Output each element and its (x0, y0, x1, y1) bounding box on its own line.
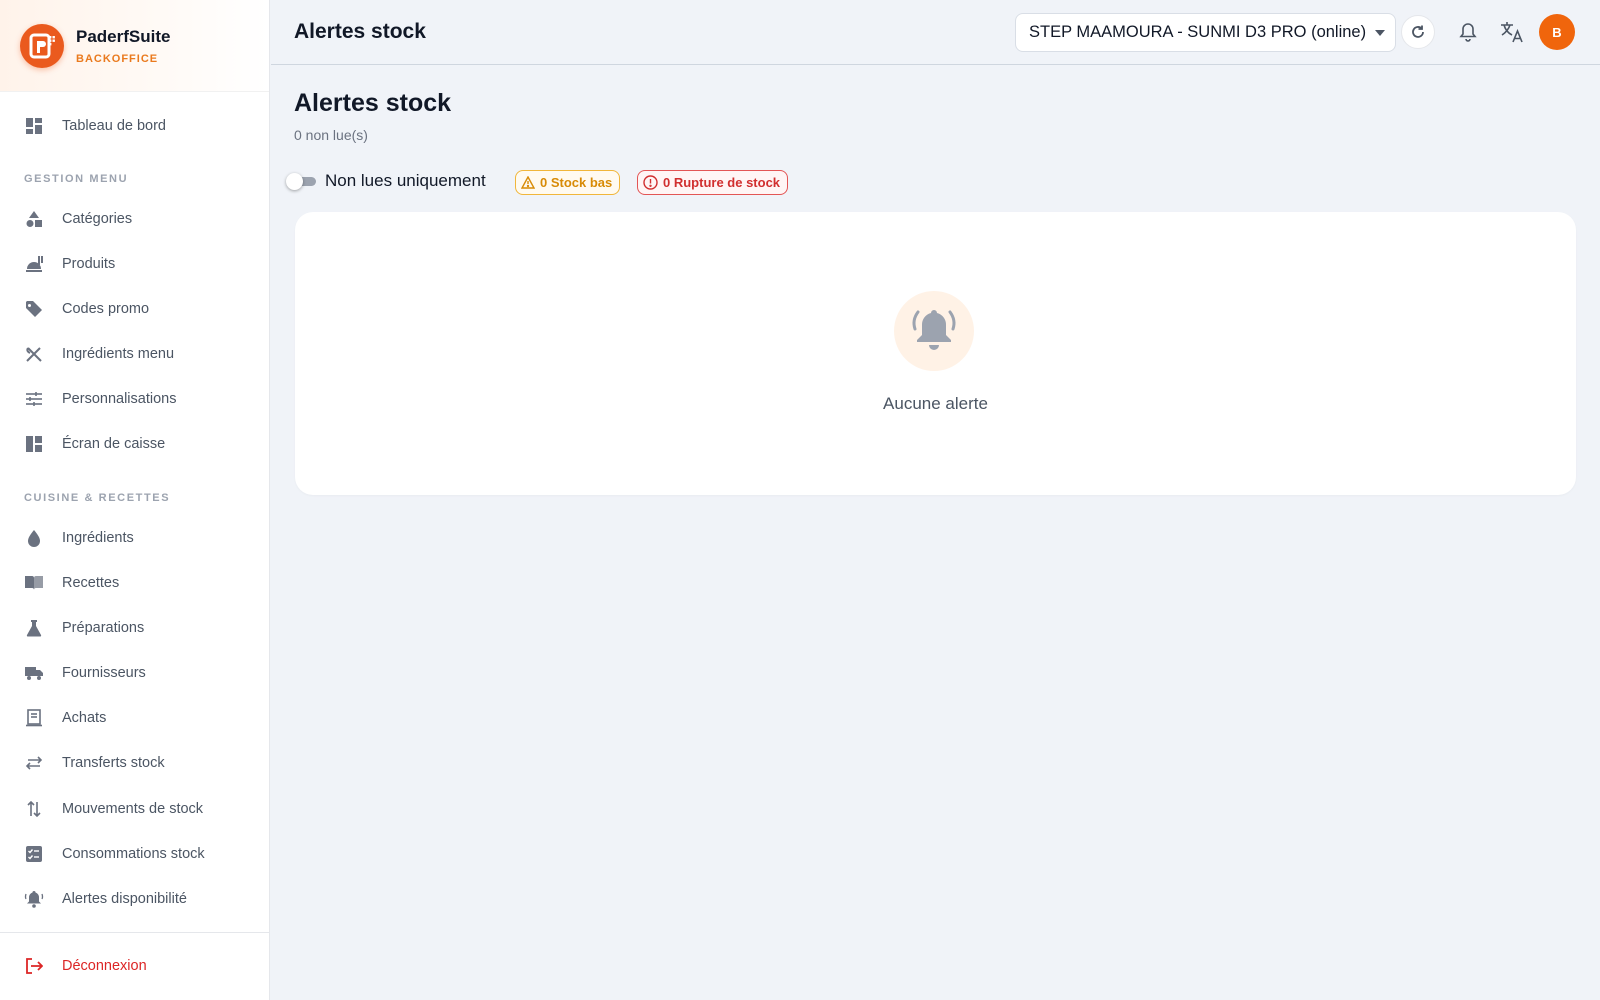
sidebar-item-label: Recettes (62, 575, 120, 591)
tag-icon (24, 299, 44, 319)
sidebar-item-label: Fournisseurs (62, 665, 146, 681)
utensils-icon (24, 344, 44, 364)
checklist-icon (24, 844, 44, 864)
sidebar-item-label: Mouvements de stock (62, 801, 204, 817)
sidebar-item-label: Alertes disponibilité (62, 891, 187, 907)
low-stock-chip[interactable]: 0 Stock bas (515, 170, 621, 195)
sidebar-item-products[interactable]: Produits (0, 244, 270, 284)
sidebar-item-label: Codes promo (62, 301, 150, 317)
notifications-button[interactable] (1451, 15, 1485, 49)
truck-icon (24, 663, 44, 683)
unread-only-toggle[interactable] (286, 173, 316, 190)
low-stock-label: 0 Stock bas (540, 175, 613, 190)
store-select-value: STEP MAAMOURA - SUNMI D3 PRO (online) (1029, 23, 1367, 41)
logout-button[interactable]: Déconnexion (0, 946, 270, 986)
page-title: Alertes stock (294, 89, 452, 117)
brand-header: PaderfSuite BACKOFFICE (0, 0, 269, 92)
logout-icon (24, 956, 44, 976)
out-of-stock-label: 0 Rupture de stock (663, 175, 781, 190)
section-title-kitchen: CUISINE & RECETTES (24, 492, 171, 504)
empty-state-illustration (894, 291, 974, 371)
sidebar-divider (0, 932, 270, 933)
language-button[interactable] (1495, 15, 1529, 49)
unread-only-label: Non lues uniquement (325, 171, 486, 190)
transfer-icon (24, 753, 44, 773)
sidebar-item-label: Consommations stock (62, 846, 205, 862)
sidebar: PaderfSuite BACKOFFICE Tableau de bord G… (0, 0, 270, 1000)
sidebar-item-ingredients[interactable]: Ingrédients (0, 518, 270, 558)
brand-logo (20, 23, 64, 68)
sidebar-item-recipes[interactable]: Recettes (0, 563, 270, 603)
warning-icon (521, 176, 535, 189)
sidebar-item-availability-alerts[interactable]: Alertes disponibilité (0, 879, 270, 919)
unread-only-filter: Non lues uniquement (286, 171, 486, 191)
sidebar-item-preparations[interactable]: Préparations (0, 608, 270, 648)
categories-icon (24, 209, 44, 229)
topbar-title: Alertes stock (294, 20, 426, 43)
brand-subtitle: BACKOFFICE (76, 52, 159, 65)
sidebar-item-customizations[interactable]: Personnalisations (0, 379, 270, 419)
sidebar-item-stock-transfers[interactable]: Transferts stock (0, 743, 270, 783)
sidebar-item-label: Ingrédients (62, 530, 134, 546)
refresh-icon (1412, 25, 1424, 38)
sidebar-item-promo-codes[interactable]: Codes promo (0, 289, 270, 329)
dashboard-icon (24, 116, 44, 136)
products-icon (24, 254, 44, 274)
sidebar-item-label: Tableau de bord (62, 118, 166, 134)
sidebar-item-stock-consumption[interactable]: Consommations stock (0, 834, 270, 874)
bell-ring-icon (912, 310, 956, 350)
section-title-menu: GESTION MENU (24, 173, 129, 185)
brand-name: PaderfSuite (76, 26, 171, 46)
sidebar-item-purchases[interactable]: Achats (0, 698, 270, 738)
bell-ring-icon (24, 889, 44, 909)
sidebar-item-label: Transferts stock (62, 755, 165, 771)
sidebar-item-label: Catégories (62, 211, 133, 227)
logout-label: Déconnexion (62, 958, 147, 974)
unread-count: 0 non lue(s) (294, 127, 368, 143)
sidebar-item-menu-ingredients[interactable]: Ingrédients menu (0, 334, 270, 374)
sidebar-item-label: Achats (62, 710, 107, 726)
sidebar-item-dashboard[interactable]: Tableau de bord (0, 106, 270, 146)
sidebar-item-label: Personnalisations (62, 391, 177, 407)
drop-icon (24, 528, 44, 548)
book-icon (24, 573, 44, 593)
alerts-card: Aucune alerte (295, 212, 1576, 495)
chevron-down-icon (1375, 30, 1385, 36)
sidebar-item-label: Produits (62, 256, 116, 272)
sidebar-item-pos-screen[interactable]: Écran de caisse (0, 424, 270, 464)
bell-icon (1459, 23, 1477, 42)
sliders-icon (24, 389, 44, 409)
toggle-knob (286, 173, 303, 190)
flask-icon (24, 618, 44, 638)
receipt-icon (24, 708, 44, 728)
sidebar-item-label: Préparations (62, 620, 145, 636)
sidebar-item-label: Ingrédients menu (62, 346, 175, 362)
empty-state-text: Aucune alerte (883, 394, 988, 413)
updown-icon (24, 799, 44, 819)
sidebar-item-suppliers[interactable]: Fournisseurs (0, 653, 270, 693)
out-of-stock-chip[interactable]: 0 Rupture de stock (637, 170, 789, 195)
store-select[interactable]: STEP MAAMOURA - SUNMI D3 PRO (online) (1015, 13, 1396, 52)
sidebar-item-stock-movements[interactable]: Mouvements de stock (0, 789, 270, 829)
error-icon (643, 175, 658, 190)
sidebar-item-categories[interactable]: Catégories (0, 199, 270, 239)
topbar: Alertes stock STEP MAAMOURA - SUNMI D3 P… (271, 0, 1600, 65)
refresh-button[interactable] (1401, 15, 1435, 49)
layout-icon (24, 434, 44, 454)
sidebar-item-label: Écran de caisse (62, 436, 166, 452)
translate-icon (1501, 22, 1523, 43)
user-avatar[interactable]: B (1539, 14, 1575, 50)
